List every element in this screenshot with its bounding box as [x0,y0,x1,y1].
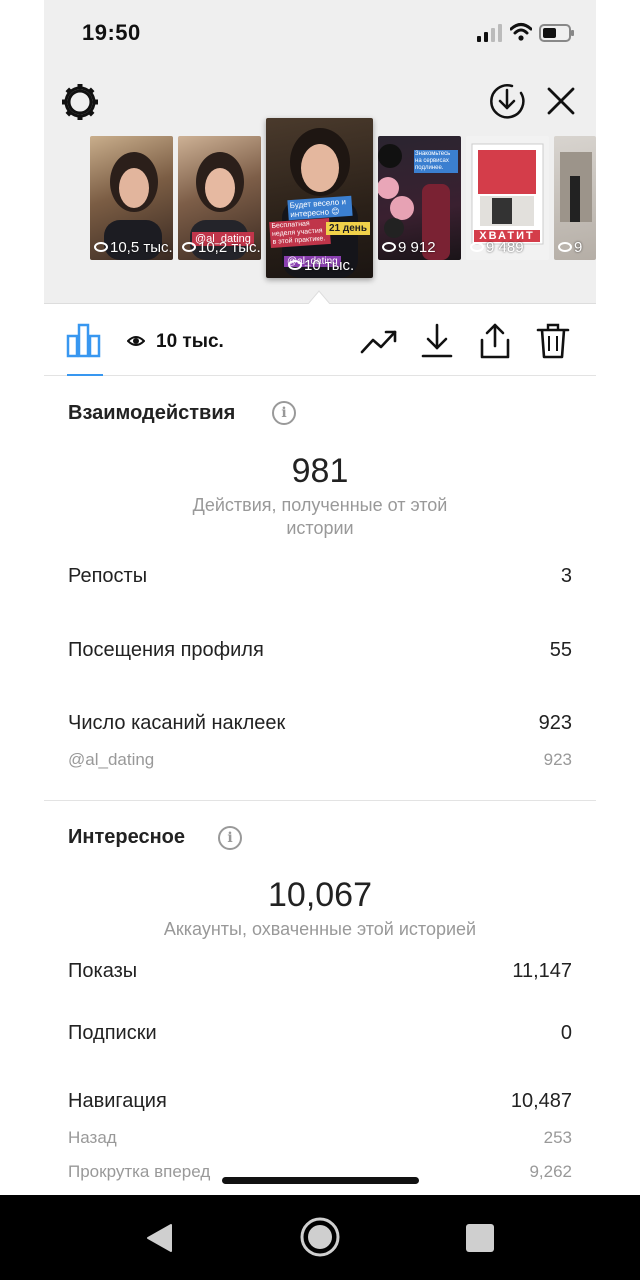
story-thumbnail[interactable]: ХВАТИТ 9 489 [466,136,549,260]
status-time: 19:50 [82,20,141,45]
save-circle-icon[interactable] [488,82,526,120]
views-count: 10 тыс. [156,331,224,352]
bar-chart-icon[interactable] [66,322,102,358]
eye-icon [288,260,302,271]
shares-label: Репосты [68,565,148,587]
profile-visits-label: Посещения профиля [68,639,264,661]
follows-value: 0 [560,1022,572,1044]
sticker-taps-value: 923 [538,712,572,734]
eye-icon [558,242,572,253]
story-thumbnail[interactable]: 9 [554,136,596,260]
delete-trash-icon[interactable] [534,322,572,360]
signal-icon [477,24,502,42]
profile-visits-value: 55 [549,639,572,661]
system-nav-bar [0,1195,640,1280]
recent-apps-square-icon[interactable] [466,1224,494,1252]
home-indicator[interactable] [222,1177,419,1184]
shares-value: 3 [560,565,572,587]
eye-icon [470,242,484,253]
story-views: 9 [558,239,582,256]
settings-gear-icon[interactable] [60,82,100,122]
tab-underline [67,374,103,376]
story-views: 10,2 тыс. [182,239,261,256]
status-bar: 19:50 [44,0,596,68]
stories-strip: 10,5 тыс. @al_dating 10,2 тыс. Будет вес… [44,68,596,304]
discovery-total: 10,067 [268,876,372,914]
insights-screen: 19:50 10,5 тыс. @al_dating 10,2 тыс. Буд… [44,0,596,1195]
back-triangle-icon[interactable] [145,1223,175,1253]
eye-icon [182,242,196,253]
download-icon[interactable] [418,322,456,360]
interactions-caption: Действия, полученные от этой истории [192,495,448,538]
forward-value: 9,262 [529,1162,572,1181]
trending-up-icon[interactable] [360,322,398,360]
story-thumbnail[interactable]: 10,5 тыс. [90,136,173,260]
eye-icon [94,242,108,253]
impressions-label: Показы [68,960,138,982]
discovery-caption: Аккаунты, охваченные этой историей [163,919,477,939]
close-icon[interactable] [544,84,578,118]
sticker-taps-label: Число касаний наклеек [68,712,286,734]
info-icon[interactable]: i [272,401,296,425]
story-caption: Бесплатная неделя участия в этой практик… [269,217,331,249]
eye-icon [382,242,396,253]
story-views: 9 489 [470,239,524,256]
share-icon[interactable] [476,322,514,360]
navigation-label: Навигация [68,1090,167,1112]
back-value: 253 [543,1128,572,1147]
interactions-total: 981 [291,452,349,490]
selected-pointer [308,290,330,304]
navigation-value: 10,487 [510,1090,572,1112]
story-thumbnail[interactable]: Знакомьтесь на сервисах подлинее. 9 912 [378,136,461,260]
forward-label: Прокрутка вперед [68,1162,211,1181]
story-views: 10,5 тыс. [94,239,173,256]
story-caption: 21 день [326,222,370,235]
impressions-value: 11,147 [512,960,572,982]
story-thumbnail[interactable]: @al_dating 10,2 тыс. [178,136,261,260]
story-thumbnail-selected[interactable]: Будет весело и интересно 😊 Бесплатная не… [266,118,373,278]
story-views: 10 тыс. [288,257,354,274]
info-icon[interactable]: i [218,826,242,850]
story-toolbar: 10 тыс. [44,304,596,376]
interactions-title: Взаимодействия [68,402,236,424]
sticker-mention-value: 923 [543,750,572,769]
sticker-mention-label: @al_dating [68,750,155,769]
wifi-icon [510,23,532,41]
follows-label: Подписки [68,1022,157,1044]
story-views: 9 912 [382,239,436,256]
home-circle-icon[interactable] [299,1216,341,1258]
section-divider [44,800,596,801]
back-label: Назад [68,1128,117,1147]
battery-icon [539,24,574,42]
eye-icon [127,336,145,346]
story-caption: Знакомьтесь на сервисах подлинее. [414,150,458,173]
discovery-title: Интересное [68,826,185,848]
